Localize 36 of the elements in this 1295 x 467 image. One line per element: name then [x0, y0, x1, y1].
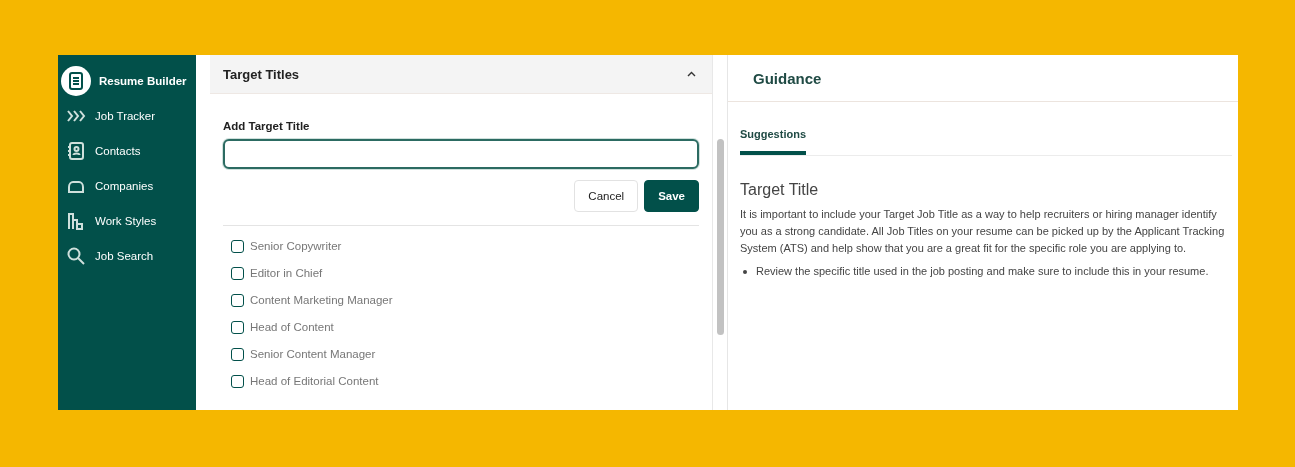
nav-item[interactable]: Resume Builder [58, 63, 196, 98]
tab[interactable]: Suggestions [740, 128, 806, 155]
section-header[interactable]: Target Titles [210, 55, 712, 94]
bullet-text: Review the specific title used in the job posting and make sure to include this in your resume. [756, 264, 1209, 279]
option-label: Editor in Chief [250, 267, 323, 279]
nav-item[interactable]: Job Tracker [58, 98, 196, 133]
checkbox[interactable] [231, 239, 244, 253]
panel-title: Guidance [753, 69, 822, 87]
field-label: Add Target Title [223, 120, 311, 132]
option-label: Senior Content Manager [250, 348, 376, 360]
option-label: Senior Copywriter [250, 240, 342, 252]
option-label: Head of Content [250, 321, 334, 333]
option-label: Head of Editorial Content [250, 375, 379, 387]
document-icon [66, 70, 86, 91]
section-title: Target Titles [223, 66, 300, 82]
chevron-up-icon [687, 71, 696, 77]
checkbox[interactable] [231, 320, 244, 334]
scrollbar[interactable] [712, 55, 727, 410]
checkbox[interactable] [231, 293, 244, 307]
nav-item[interactable]: Job Search [58, 238, 196, 273]
checkbox[interactable] [231, 374, 244, 388]
nav-item[interactable]: Contacts [58, 133, 196, 168]
option-label: Content Marketing Manager [250, 294, 393, 306]
nav-item[interactable]: Work Styles [58, 203, 196, 238]
checkbox[interactable] [231, 347, 244, 361]
bullet-icon [743, 270, 747, 274]
save-button[interactable]: Save [644, 180, 699, 212]
search-icon [66, 245, 86, 266]
contact-card-icon [66, 140, 86, 161]
checkbox[interactable] [231, 266, 244, 280]
title-input-field[interactable] [223, 139, 699, 169]
cancel-button[interactable]: Cancel [574, 180, 639, 212]
guidance-heading: Target Title [740, 181, 820, 199]
bar-chart-icon [66, 210, 86, 231]
nav-item[interactable]: Companies [58, 168, 196, 203]
guidance-paragraph: It is important to include your Target Job Title as a way to help recruiters or hiring manager identify you as a strong candidate. All Job Titles on your resume can be picked up by the Applicant Tracking System (ATS) and help show that you are a great fit for the specific role you are applying to. [740, 207, 1226, 256]
